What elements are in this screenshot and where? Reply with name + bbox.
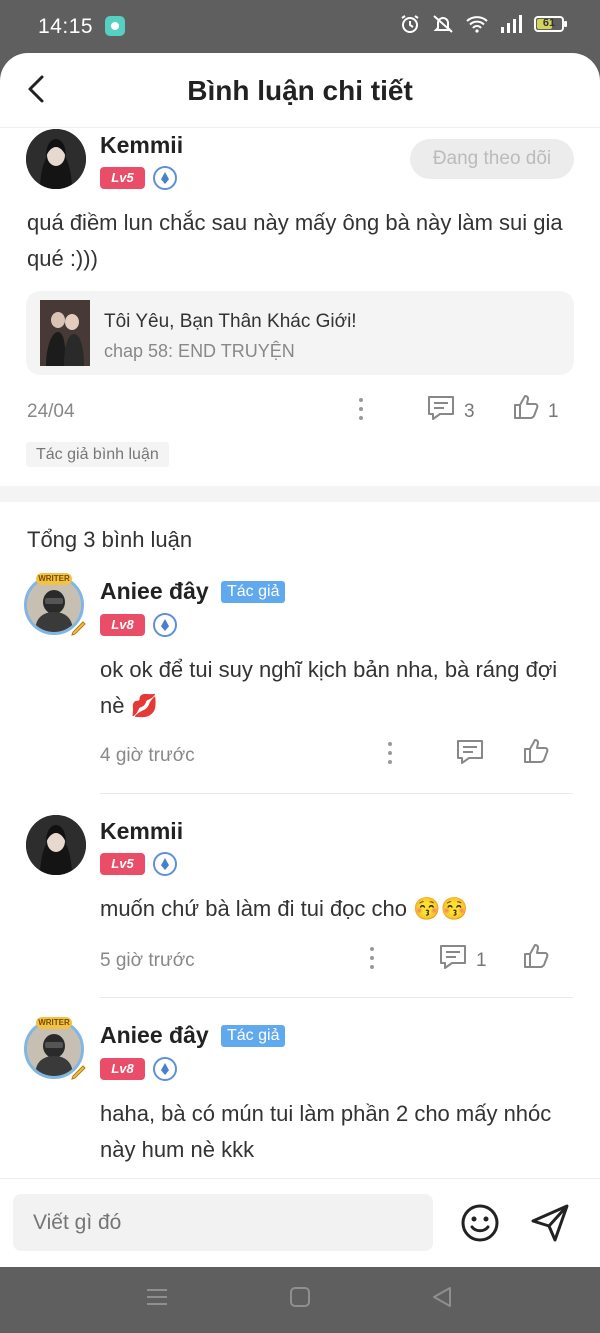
author-tag: Tác giả — [221, 1025, 286, 1047]
book-chapter: chap 58: END TRUYỆN — [104, 341, 295, 361]
author-comment-chip: Tác giả bình luận — [26, 442, 169, 467]
vip-gem-icon — [153, 613, 177, 637]
status-time: 14:15 — [38, 15, 94, 38]
vip-gem-icon — [153, 1057, 177, 1081]
username[interactable]: Kemmii — [100, 818, 183, 845]
more-options-icon[interactable] — [387, 742, 393, 768]
like-count: 1 — [548, 401, 559, 422]
username[interactable]: Kemmii — [100, 132, 183, 159]
like-icon[interactable] — [512, 393, 540, 421]
reply-text: ok ok để tui suy nghĩ kịch bản nha, bà r… — [100, 657, 558, 718]
divider — [100, 997, 573, 998]
page-title: Bình luận chi tiết — [187, 75, 413, 106]
reply-time: 4 giờ trước — [100, 745, 195, 766]
level-badge: Lv5 — [100, 853, 145, 875]
divider — [100, 793, 573, 794]
system-navigation-bar — [0, 1267, 600, 1333]
status-icons: 61 — [400, 14, 567, 34]
avatar[interactable] — [26, 815, 86, 875]
wifi-icon — [466, 16, 488, 33]
more-options-icon[interactable] — [358, 398, 364, 424]
reply-count: 1 — [476, 950, 487, 971]
like-icon[interactable] — [522, 737, 550, 765]
username[interactable]: Aniee đây — [100, 1022, 209, 1049]
pen-icon — [71, 1065, 86, 1080]
comment-detail-sheet: Bình luận chi tiết Kemmii Lv5 Đang theo … — [0, 53, 600, 1267]
comment-input[interactable] — [13, 1194, 433, 1251]
reply-icon[interactable] — [438, 943, 468, 971]
pen-icon — [71, 621, 86, 636]
section-separator — [0, 486, 600, 502]
back-nav-icon[interactable] — [430, 1285, 454, 1309]
vip-gem-icon — [153, 166, 177, 190]
author-tag: Tác giả — [221, 581, 286, 603]
reply-count: 3 — [464, 401, 475, 422]
more-options-icon[interactable] — [369, 947, 375, 973]
avatar-image — [26, 815, 86, 875]
comment-date: 24/04 — [27, 401, 75, 422]
comment-text: quá điềm lun chắc sau này mấy ông bà này… — [27, 210, 563, 271]
header: Bình luận chi tiết — [0, 53, 600, 128]
battery-icon: 61 — [534, 16, 567, 32]
reply-text: muốn chứ bà làm đi tui đọc cho 😚😚 — [100, 896, 468, 921]
app-notification-icon — [105, 16, 125, 36]
send-icon[interactable] — [529, 1202, 571, 1244]
book-title: Tôi Yêu, Bạn Thân Khác Giới! — [104, 311, 357, 332]
mute-icon — [433, 15, 453, 33]
reply-time: 5 giờ trước — [100, 950, 195, 971]
username[interactable]: Aniee đây — [100, 578, 209, 605]
vip-gem-icon — [153, 852, 177, 876]
book-cover-image — [40, 300, 90, 366]
reply-text: haha, bà có mún tui làm phần 2 cho mấy n… — [100, 1101, 552, 1162]
menu-icon[interactable] — [145, 1285, 169, 1309]
emoji-icon[interactable] — [459, 1202, 501, 1244]
book-card[interactable]: Tôi Yêu, Bạn Thân Khác Giới! chap 58: EN… — [26, 291, 574, 375]
avatar[interactable] — [26, 129, 86, 189]
replies-total: Tổng 3 bình luận — [27, 527, 193, 552]
level-badge: Lv5 — [100, 167, 145, 189]
level-badge: Lv8 — [100, 1058, 145, 1080]
follow-button[interactable]: Đang theo dõi — [410, 139, 574, 179]
writer-badge: WRITER — [36, 1017, 72, 1029]
alarm-icon — [401, 15, 419, 33]
comment-composer — [0, 1178, 600, 1267]
signal-icon — [501, 15, 522, 33]
avatar-image — [26, 129, 86, 189]
reply-icon[interactable] — [426, 394, 456, 422]
level-badge: Lv8 — [100, 614, 145, 636]
writer-badge: WRITER — [36, 573, 72, 585]
like-icon[interactable] — [522, 942, 550, 970]
status-bar: 14:15 61 — [0, 0, 600, 54]
home-icon[interactable] — [288, 1285, 312, 1309]
battery-percent: 61 — [542, 17, 556, 29]
reply-icon[interactable] — [455, 738, 485, 766]
